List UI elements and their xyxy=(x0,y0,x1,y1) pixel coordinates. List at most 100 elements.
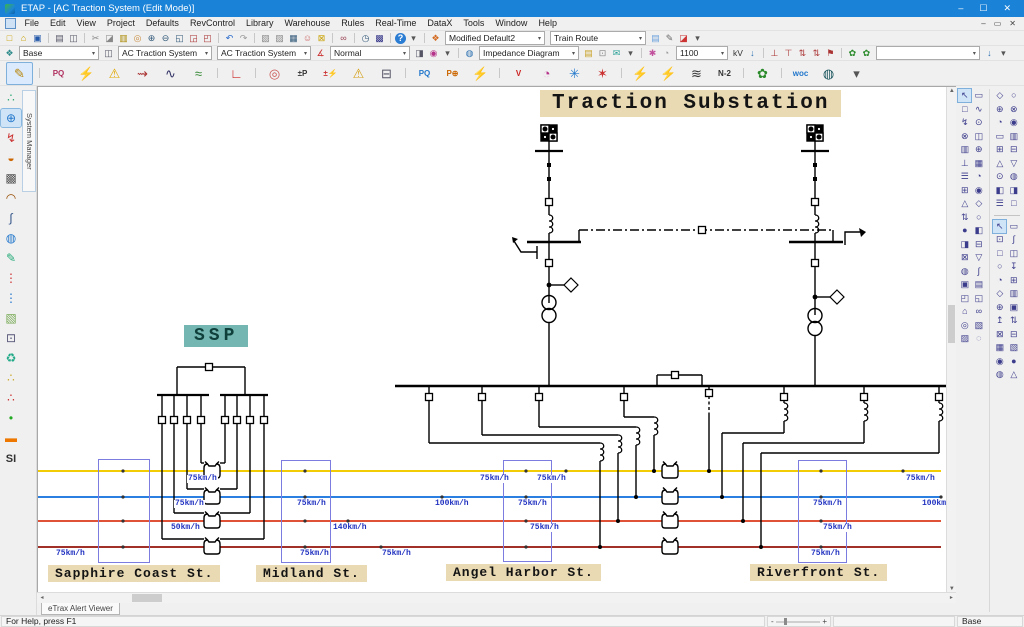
maximize-button[interactable]: ☐ xyxy=(979,3,987,14)
scroll-up-icon[interactable]: ▲ xyxy=(947,87,956,96)
zoom-in-icon[interactable]: ⊕ xyxy=(145,32,158,44)
breaker-symbol[interactable] xyxy=(546,199,553,206)
instrument-element-icon[interactable]: ◫ xyxy=(1007,247,1020,260)
revision-combo[interactable]: Modified Default2▾ xyxy=(445,31,545,45)
star-tcc-icon[interactable]: ↯ xyxy=(1,129,21,147)
tie-breaker-symbol[interactable] xyxy=(699,227,706,234)
ac-element-icon[interactable]: ☰ xyxy=(958,170,971,183)
motor-acceleration-icon[interactable]: ⇝ xyxy=(130,63,155,84)
overflow-chevron-5-icon[interactable]: ▾ xyxy=(997,47,1010,59)
zoom-window-icon[interactable]: ◱ xyxy=(173,32,186,44)
find-icon[interactable]: ▩ xyxy=(373,32,386,44)
presentation-a-icon[interactable]: ∴ xyxy=(1,369,21,387)
etap-real-time-icon[interactable]: ◍ xyxy=(816,63,841,84)
load-flow-icon[interactable]: PQ xyxy=(46,63,71,84)
ac-element-icon[interactable]: ▭ xyxy=(972,89,985,102)
ac-element-icon[interactable]: ◉ xyxy=(972,184,985,197)
presentation-combo[interactable]: AC Traction System▾ xyxy=(118,46,212,60)
clipboard-icon[interactable]: ⊡ xyxy=(596,47,609,59)
ac-element-icon[interactable]: ◰ xyxy=(958,292,971,305)
ground-grid-icon[interactable]: ▩ xyxy=(1,169,21,187)
instrument-element-icon[interactable]: ⊟ xyxy=(1007,328,1020,341)
instrument-element-icon[interactable]: ⊡ xyxy=(993,233,1006,246)
panel-systems-icon[interactable]: ◎ xyxy=(262,63,287,84)
export-image-icon[interactable]: ▧ xyxy=(259,32,272,44)
transfer-1-icon[interactable]: ⇅ xyxy=(796,47,809,59)
mdi-close-button[interactable]: ✕ xyxy=(1009,19,1016,28)
overflow-chevron-3-icon[interactable]: ▾ xyxy=(441,47,454,59)
ac-element-icon[interactable]: ◌ xyxy=(972,332,985,345)
cable-pulling-icon[interactable]: ◠ xyxy=(1,189,21,207)
mdi-minimize-button[interactable]: – xyxy=(981,19,985,28)
ac-element-icon[interactable]: □ xyxy=(958,103,971,116)
vertical-scroll-thumb[interactable] xyxy=(948,305,955,343)
apply-voltage-icon[interactable]: ↓ xyxy=(746,47,759,59)
ac-control-element-icon[interactable]: ◇ xyxy=(993,89,1006,102)
ac-control-element-icon[interactable]: △ xyxy=(993,157,1006,170)
pointer-tool-icon[interactable]: ↖ xyxy=(958,89,971,102)
presentation-icon[interactable]: ◫ xyxy=(102,47,115,59)
mode-combo[interactable]: Impedance Diagram▾ xyxy=(479,46,579,60)
dc-pointer-tool-icon[interactable]: ↖ xyxy=(993,220,1006,233)
instrument-element-icon[interactable]: ↥ xyxy=(993,314,1006,327)
ac-element-icon[interactable]: ↯ xyxy=(958,116,971,129)
undo-icon[interactable]: ↶ xyxy=(223,32,236,44)
ac-control-element-icon[interactable]: ⊗ xyxy=(1007,103,1020,116)
scroll-down-icon[interactable]: ▼ xyxy=(947,585,956,592)
paste-icon[interactable]: ▥ xyxy=(117,32,130,44)
cable-ampacity-icon[interactable]: ✎ xyxy=(1,249,21,267)
scenario-icon[interactable]: ◷ xyxy=(359,32,372,44)
study-case-combo[interactable]: Train Route▾ xyxy=(550,31,646,45)
ac-control-element-icon[interactable]: ⊙ xyxy=(993,170,1006,183)
menu-window[interactable]: Window xyxy=(490,17,533,30)
ac-element-icon[interactable]: ▥ xyxy=(958,143,971,156)
instrument-element-icon[interactable]: ▦ xyxy=(993,341,1006,354)
ac-element-icon[interactable]: ◨ xyxy=(958,238,971,251)
data-revision-icon[interactable]: ❖ xyxy=(3,47,16,59)
page-icon[interactable]: ◨ xyxy=(413,47,426,59)
optimal-capacitor-icon[interactable]: P⊕ xyxy=(440,63,465,84)
energy-2-icon[interactable]: ✿ xyxy=(860,47,873,59)
ac-element-icon[interactable]: ▧ xyxy=(972,319,985,332)
chevron-down-icon[interactable]: ▾ xyxy=(304,50,307,57)
lock-icon[interactable]: ⊠ xyxy=(315,32,328,44)
save-icon[interactable]: ▣ xyxy=(31,32,44,44)
short-circuit-icon[interactable]: ⚡ xyxy=(74,63,99,84)
protection-curve-icon[interactable]: ∟ xyxy=(224,63,249,84)
instrument-element-icon[interactable]: ↧ xyxy=(1007,260,1020,273)
station-box[interactable] xyxy=(98,459,150,563)
menu-library[interactable]: Library xyxy=(240,17,279,30)
n-minus-2-icon[interactable]: N-2 xyxy=(712,63,737,84)
ac-element-icon[interactable]: ◇ xyxy=(972,197,985,210)
ac-element-icon[interactable]: △ xyxy=(958,197,971,210)
ac-element-icon[interactable]: ◔ xyxy=(972,170,985,183)
system-manager-tab[interactable]: System Manager xyxy=(22,90,36,192)
copy-icon[interactable]: ◪ xyxy=(103,32,116,44)
ac-element-icon[interactable]: ▽ xyxy=(972,251,985,264)
optimal-power-flow-icon[interactable]: ±P xyxy=(290,63,315,84)
status-icon[interactable]: ∡ xyxy=(314,47,327,59)
ac-control-element-icon[interactable]: ☰ xyxy=(993,197,1006,210)
menu-project[interactable]: Project xyxy=(101,17,140,30)
ac-control-element-icon[interactable]: ◍ xyxy=(1007,170,1020,183)
menu-datax[interactable]: DataX xyxy=(422,17,458,30)
dc-load-flow-icon[interactable]: ⚡ xyxy=(656,63,681,84)
close-button[interactable]: ✕ xyxy=(1003,3,1011,14)
battery-sizing-icon[interactable]: ⊟ xyxy=(374,63,399,84)
relay-symbol[interactable] xyxy=(830,290,844,304)
mdi-restore-button[interactable]: ▭ xyxy=(994,19,1002,28)
ac-element-icon[interactable]: ⊗ xyxy=(958,130,971,143)
pq-capability-icon[interactable]: ◔ xyxy=(534,63,559,84)
udm-icon[interactable]: ⊡ xyxy=(1,329,21,347)
pan-icon[interactable]: ◎ xyxy=(131,32,144,44)
arc-flash-icon[interactable]: ⚠ xyxy=(102,63,127,84)
ac-control-element-icon[interactable]: ○ xyxy=(1007,89,1020,102)
ac-element-icon[interactable]: ⊠ xyxy=(958,251,971,264)
instrument-element-icon[interactable]: ∫ xyxy=(1007,233,1020,246)
menu-realtime[interactable]: Real-Time xyxy=(370,17,422,30)
instrument-element-icon[interactable]: ⊠ xyxy=(993,328,1006,341)
station-box[interactable] xyxy=(798,460,847,563)
ac-element-icon[interactable]: ⊞ xyxy=(958,184,971,197)
chevron-down-icon[interactable]: ▾ xyxy=(973,50,976,57)
oneline-canvas[interactable]: Traction Substation SSP Sapphire Coast S… xyxy=(38,87,953,592)
